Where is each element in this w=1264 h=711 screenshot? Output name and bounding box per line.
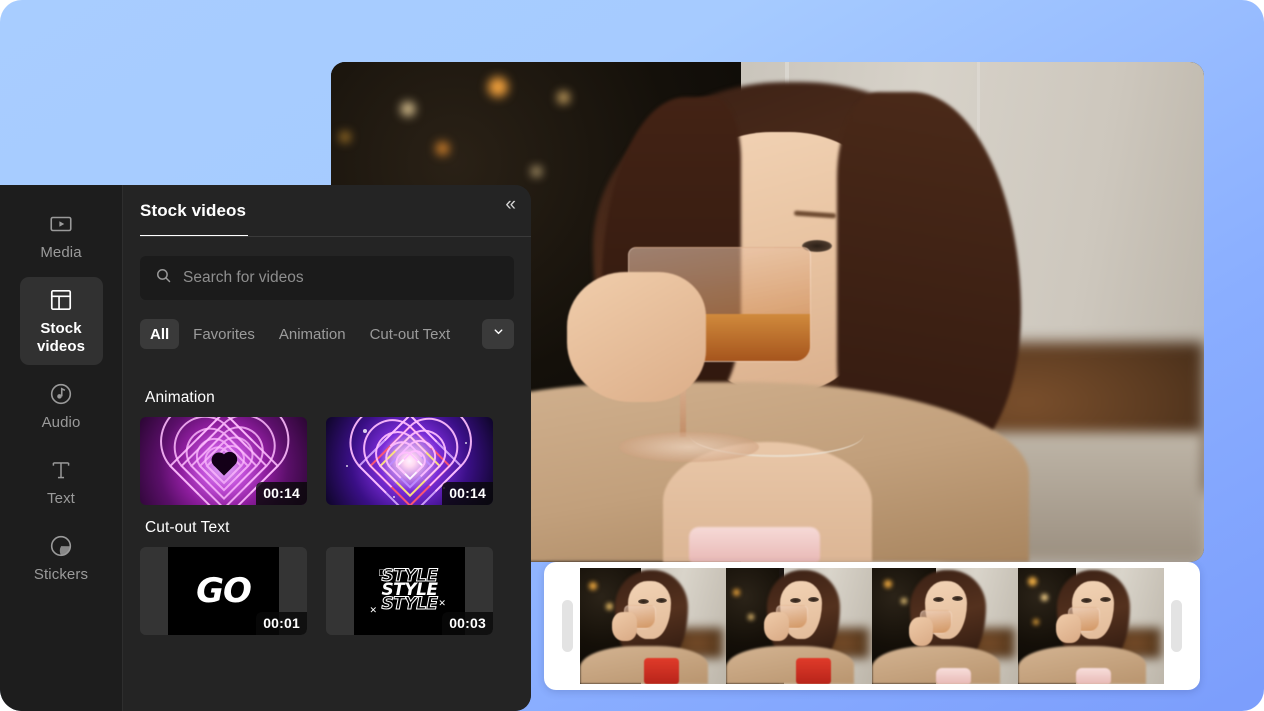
filter-chip-cut-out-text[interactable]: Cut-out Text — [360, 319, 461, 349]
thumbnail-letterbox-left — [326, 547, 354, 635]
bokeh-light — [1032, 619, 1039, 626]
heart-ring — [189, 432, 258, 501]
timeline-frame — [1018, 568, 1164, 684]
search-row — [123, 237, 531, 300]
frame-hand — [763, 612, 789, 642]
frame-pink-cup — [936, 667, 972, 684]
timeline-frames[interactable] — [580, 568, 1164, 684]
sidebar-item-media[interactable]: Media — [20, 201, 103, 271]
sidebar-item-label: Audio — [41, 414, 81, 431]
bokeh-light — [435, 142, 449, 155]
results-list[interactable]: Animation 00:14 00:14 Cut-out Text GO 00… — [123, 375, 531, 711]
media-play-rect-icon — [48, 211, 74, 237]
sparkle: ☐ — [378, 568, 387, 579]
heart-ring — [168, 417, 279, 505]
panel-header: Stock videos « — [123, 185, 531, 237]
layout-grid-icon — [48, 287, 74, 313]
timeline-frame — [872, 568, 1018, 684]
text-t-icon — [48, 457, 74, 483]
page-title: Stock videos — [140, 201, 247, 220]
heart-tunnel-graphic — [140, 417, 307, 505]
preview-hand — [566, 272, 707, 402]
sidebar-item-label: Stickers — [33, 566, 89, 583]
sidebar-item-label: Media — [40, 244, 82, 261]
heart-center-solid — [212, 454, 235, 476]
sidebar-item-audio[interactable]: Audio — [20, 371, 103, 441]
sidebar-item-text[interactable]: Text — [20, 447, 103, 517]
collapse-panel-button[interactable]: « — [505, 195, 515, 228]
frame-hand — [908, 616, 934, 646]
sticker-peel-circle-icon — [48, 533, 74, 559]
frame-eye — [952, 595, 964, 601]
style-text-stack: STYLE STYLE STYLE — [381, 567, 439, 614]
duration-badge: 00:14 — [442, 482, 493, 505]
duration-badge: 00:03 — [442, 612, 493, 635]
stock-video-thumbnail[interactable]: GO 00:01 — [140, 547, 307, 635]
bokeh-light — [400, 102, 415, 116]
frame-hand — [612, 612, 637, 642]
frame-red-cup — [796, 658, 832, 684]
heart-ring — [205, 447, 242, 485]
thumbnail-grid-animation: 00:14 00:14 — [140, 417, 514, 505]
heart-ring — [179, 422, 268, 505]
frame-cardigan — [726, 645, 855, 684]
section-title-cut-out-text: Cut-out Text — [145, 519, 230, 536]
timeline-frame — [726, 568, 872, 684]
app-root: Media Stock videos Audio Text Stickers S… — [0, 0, 1264, 711]
preview-glass-foot — [619, 432, 759, 462]
left-rail: Media Stock videos Audio Text Stickers — [0, 185, 123, 711]
frame-pink-cup — [1076, 667, 1112, 684]
filter-chip-animation[interactable]: Animation — [269, 319, 356, 349]
filter-more-button[interactable] — [482, 319, 514, 349]
sidebar-item-stock-videos[interactable]: Stock videos — [19, 277, 103, 365]
stock-video-thumbnail[interactable]: STYLE STYLE STYLE ☐ ✕ ✕ 00:03 — [326, 547, 493, 635]
chevron-down-icon — [492, 325, 505, 343]
frame-eye — [1099, 597, 1111, 602]
bokeh-light — [488, 77, 509, 97]
sidebar-item-label: Stock videos — [36, 320, 86, 355]
stock-video-thumbnail[interactable]: 00:14 — [140, 417, 307, 505]
filter-chip-row: All Favorites Animation Cut-out Text — [140, 318, 514, 350]
stock-videos-panel: Stock videos « All Fa — [123, 185, 531, 711]
heart-ring — [198, 440, 249, 492]
bokeh-light — [1041, 593, 1049, 601]
duration-badge: 00:01 — [256, 612, 307, 635]
search-box[interactable] — [140, 256, 514, 300]
frame-eye — [807, 597, 819, 602]
sparkle: ✕ — [369, 605, 378, 616]
sidebar-item-label: Text — [47, 490, 75, 507]
header-divider — [140, 236, 531, 237]
preview-pink-cup — [688, 527, 820, 562]
search-icon — [155, 267, 172, 289]
bokeh-light — [531, 167, 541, 176]
trim-left-handle[interactable] — [562, 600, 573, 652]
thumbnail-letterbox-left — [140, 547, 168, 635]
cutout-text-label: STYLE — [381, 593, 439, 614]
search-input[interactable] — [183, 269, 499, 287]
filter-chip-favorites[interactable]: Favorites — [183, 319, 265, 349]
editor-panel: Media Stock videos Audio Text Stickers S… — [0, 185, 531, 711]
timeline-frame — [580, 568, 726, 684]
bokeh-light — [588, 581, 597, 590]
cutout-text-label: GO — [196, 571, 252, 611]
bokeh-light — [339, 132, 350, 142]
sparkle: ✕ — [438, 598, 446, 609]
frame-red-cup — [644, 658, 680, 684]
thumbnail-grid-cut-out-text: GO 00:01 STYLE STYLE STYLE ☐ ✕ ✕ 00:03 — [140, 547, 514, 635]
section-title-animation: Animation — [145, 389, 215, 406]
bokeh-light — [557, 92, 569, 103]
music-note-circle-icon — [48, 381, 74, 407]
trim-right-handle[interactable] — [1171, 600, 1182, 652]
sparkle — [464, 441, 467, 444]
filter-chip-all[interactable]: All — [140, 319, 180, 349]
duration-badge: 00:14 — [256, 482, 307, 505]
sparkle — [346, 465, 349, 468]
timeline-clip[interactable] — [544, 562, 1200, 690]
bokeh-light — [883, 579, 892, 588]
sidebar-item-stickers[interactable]: Stickers — [20, 523, 103, 593]
stock-video-thumbnail[interactable]: 00:14 — [326, 417, 493, 505]
frame-hand — [1055, 614, 1081, 644]
